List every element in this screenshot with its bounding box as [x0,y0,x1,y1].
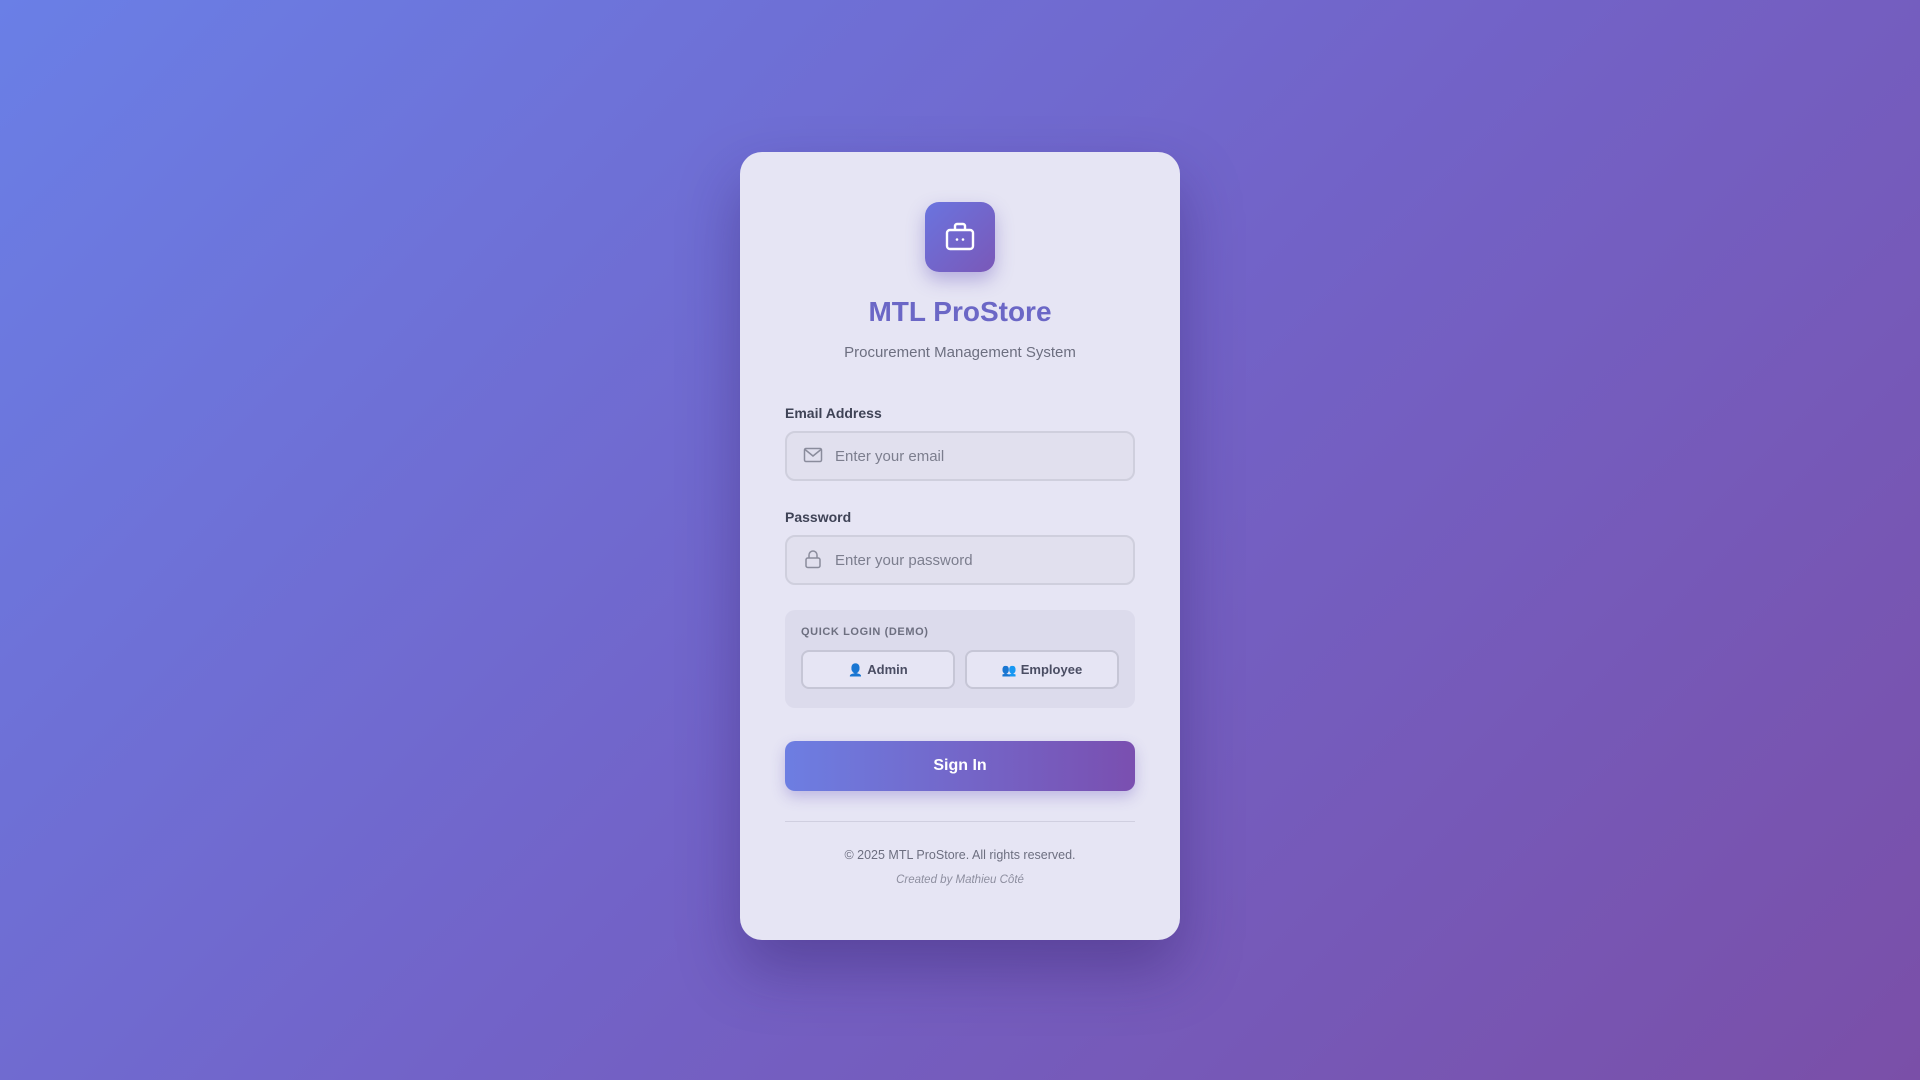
footer-divider [785,821,1135,822]
user-icon: 👤 [848,662,864,677]
password-field-wrapper [785,535,1135,585]
admin-quick-login-button[interactable]: 👤 Admin [801,650,955,689]
lock-icon [805,550,821,569]
password-label: Password [785,509,852,525]
email-input[interactable] [835,433,1125,479]
employee-button-label: Employee [1020,662,1083,677]
briefcase-icon [945,222,975,251]
mail-icon [803,447,823,463]
password-input[interactable] [835,537,1125,583]
quick-login-label: QUICK LOGIN (DEMO) [801,626,929,638]
users-icon: 👥 [1001,662,1017,677]
admin-button-label: Admin [867,662,908,677]
app-subtitle: Procurement Management System [844,344,1076,361]
quick-login-buttons: 👤 Admin 👥 Employee [801,650,1119,689]
email-label: Email Address [785,405,882,421]
app-title: MTL ProStore [868,296,1052,327]
copyright-text: © 2025 MTL ProStore. All rights reserved… [844,848,1076,862]
email-field-wrapper [785,431,1135,481]
employee-quick-login-button[interactable]: 👥 Employee [965,650,1119,689]
quick-login-panel: QUICK LOGIN (DEMO) 👤 Admin 👥 Employee [785,610,1135,708]
sign-in-button[interactable]: Sign In [785,741,1135,791]
login-card: MTL ProStore Procurement Management Syst… [740,152,1180,940]
app-logo [925,202,995,272]
credit-text: Created by Mathieu Côté [896,874,1024,886]
